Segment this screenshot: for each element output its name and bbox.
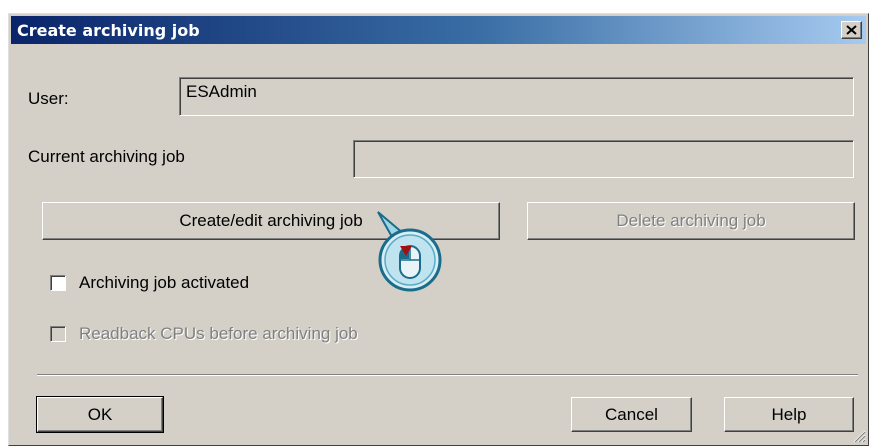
- archiving-job-activated-label[interactable]: Archiving job activated: [79, 273, 249, 293]
- close-button[interactable]: [841, 21, 862, 39]
- readback-cpus-label[interactable]: Readback CPUs before archiving job: [79, 324, 358, 344]
- mouse-click-icon: [374, 208, 464, 298]
- close-icon: [846, 25, 857, 35]
- ok-button[interactable]: OK: [36, 396, 164, 433]
- user-field: ESAdmin: [179, 77, 854, 116]
- user-label: User:: [28, 89, 69, 108]
- delete-archiving-job-button[interactable]: Delete archiving job: [527, 202, 855, 240]
- archiving-job-activated-checkbox[interactable]: [50, 275, 66, 291]
- current-archiving-job-label: Current archiving job: [28, 147, 185, 166]
- title-bar[interactable]: Create archiving job: [11, 16, 866, 44]
- help-button[interactable]: Help: [724, 397, 854, 432]
- separator: [37, 374, 858, 376]
- cancel-button[interactable]: Cancel: [571, 397, 692, 432]
- current-archiving-job-field: [353, 140, 854, 178]
- dialog-title: Create archiving job: [17, 21, 200, 40]
- readback-cpus-checkbox[interactable]: [50, 326, 66, 342]
- resize-grip-icon[interactable]: [852, 429, 866, 443]
